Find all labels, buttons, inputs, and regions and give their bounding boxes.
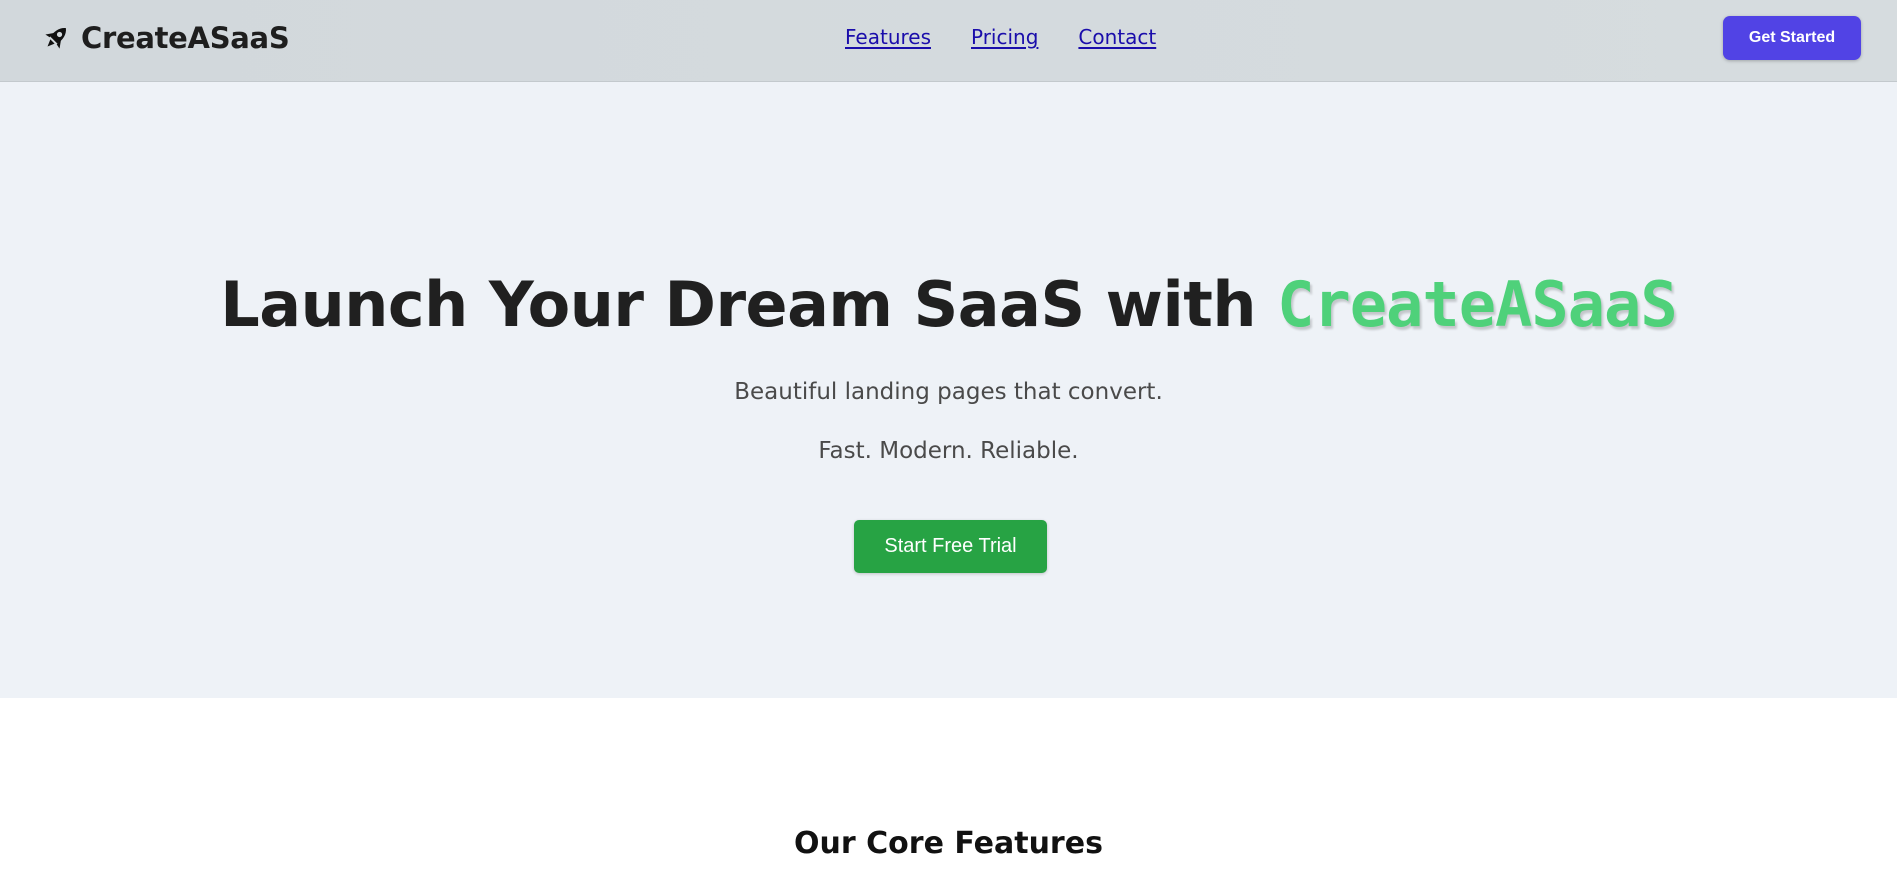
start-free-trial-button[interactable]: Start Free Trial (854, 520, 1047, 573)
features-section: Our Core Features (0, 698, 1897, 884)
get-started-button[interactable]: Get Started (1723, 16, 1861, 60)
features-title: Our Core Features (794, 826, 1103, 861)
brand-name: CreateASaaS (81, 21, 290, 55)
nav-link-pricing[interactable]: Pricing (971, 25, 1038, 49)
hero-tagline: Fast. Modern. Reliable. (818, 438, 1079, 464)
hero-section: Launch Your Dream SaaS with CreateASaaS … (0, 82, 1897, 698)
nav-link-features[interactable]: Features (845, 25, 931, 49)
top-navbar: CreateASaaS Features Pricing Contact Get… (0, 0, 1897, 82)
hero-title-prefix: Launch Your Dream SaaS with (220, 268, 1278, 341)
hero-title: Launch Your Dream SaaS with CreateASaaS (0, 268, 1897, 341)
rocket-icon (40, 22, 72, 54)
brand-logo[interactable]: CreateASaaS (40, 19, 290, 57)
hero-title-accent: CreateASaaS (1277, 268, 1678, 341)
nav-link-contact[interactable]: Contact (1078, 25, 1156, 49)
hero-subtitle: Beautiful landing pages that convert. (734, 379, 1163, 405)
main-nav: Features Pricing Contact (845, 25, 1156, 49)
